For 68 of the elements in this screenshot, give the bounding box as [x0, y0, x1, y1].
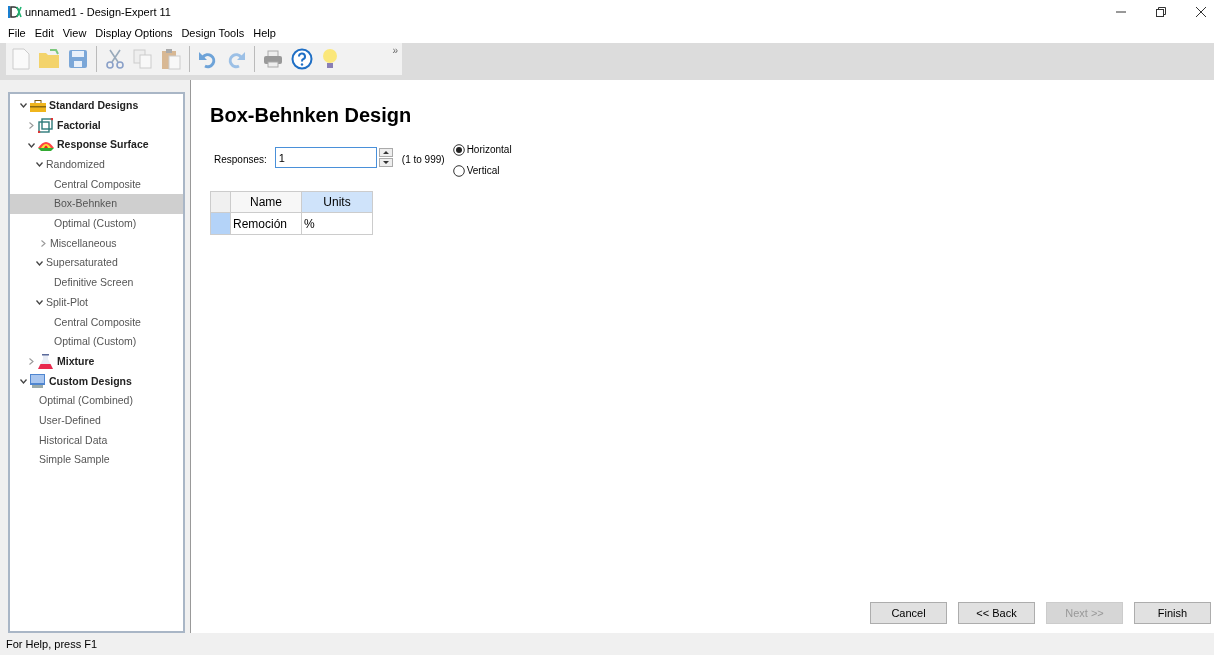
radio-label[interactable]: Vertical — [466, 163, 500, 178]
tree-item[interactable]: Definitive Screen — [54, 275, 134, 291]
expand-chevron-icon[interactable] — [35, 300, 43, 306]
folder-icon[interactable] — [38, 49, 60, 69]
expand-chevron-icon[interactable] — [19, 378, 27, 384]
wizard-button[interactable]: Cancel — [870, 602, 947, 624]
spin-arrows-icon[interactable] — [378, 148, 393, 167]
cube-icon — [38, 118, 53, 134]
radio-button[interactable] — [452, 164, 465, 177]
toolbox-icon — [30, 99, 46, 112]
paste-icon[interactable] — [161, 48, 181, 70]
tree-item[interactable]: Miscellaneous — [50, 235, 117, 252]
collapse-chevron-icon[interactable] — [28, 122, 34, 130]
radio-button[interactable] — [452, 143, 465, 156]
surface-icon — [38, 139, 54, 152]
collapse-chevron-icon[interactable] — [40, 240, 46, 248]
tree-item[interactable]: Split-Plot — [46, 294, 88, 311]
radio-label[interactable]: Horizontal — [466, 142, 512, 157]
collapse-chevron-icon[interactable] — [28, 358, 34, 366]
menu-item[interactable]: Help — [253, 25, 276, 42]
tree-item[interactable]: Historical Data — [39, 432, 108, 449]
status-text: For Help, press F1 — [6, 636, 98, 652]
expand-chevron-icon[interactable] — [35, 260, 43, 266]
column-header[interactable]: Name — [230, 191, 302, 213]
print-icon[interactable] — [263, 50, 283, 68]
tree-item[interactable]: Optimal (Combined) — [39, 393, 133, 410]
page-heading: Box-Behnken Design — [210, 103, 413, 128]
column-header[interactable]: Units — [301, 191, 373, 213]
tree-item[interactable]: Optimal (Custom) — [54, 334, 137, 350]
menu-item[interactable]: Design Tools — [181, 25, 245, 42]
tree-item[interactable]: Central Composite — [54, 314, 141, 331]
help-icon[interactable] — [291, 48, 313, 70]
menu-item[interactable]: Edit — [34, 25, 54, 42]
expand-chevron-icon[interactable] — [35, 162, 43, 168]
undo-icon[interactable] — [198, 49, 218, 69]
menu-item[interactable]: Display Options — [95, 25, 173, 42]
wizard-button[interactable]: << Back — [958, 602, 1035, 624]
monitor-icon — [30, 374, 45, 389]
flask-icon — [38, 354, 53, 370]
expand-chevron-icon[interactable] — [27, 142, 35, 148]
corner-header — [210, 191, 231, 213]
wizard-button[interactable]: Finish — [1134, 602, 1211, 624]
tree-item[interactable]: Custom Designs — [49, 373, 132, 390]
tree-item[interactable]: Standard Designs — [49, 97, 139, 114]
app-logo-icon — [8, 5, 22, 19]
tree-item[interactable]: Central Composite — [54, 176, 141, 193]
tree-item[interactable]: Factorial — [57, 117, 101, 134]
menu-item[interactable]: View — [62, 25, 87, 42]
save-icon[interactable] — [68, 49, 88, 69]
tree-item[interactable]: Response Surface — [57, 137, 149, 154]
table-cell[interactable]: % — [301, 212, 373, 235]
tree-item[interactable]: Simple Sample — [39, 452, 110, 469]
table-cell[interactable]: Remoción — [230, 212, 302, 235]
menu-item[interactable]: File — [8, 25, 26, 42]
cut-icon[interactable] — [105, 49, 125, 69]
toolbar-overflow-button[interactable]: » — [392, 43, 398, 58]
responses-label: Responses: — [214, 153, 267, 167]
tree-item[interactable]: Mixture — [57, 353, 95, 370]
restore-icon[interactable] — [1156, 7, 1166, 17]
tree-item[interactable]: Randomized — [46, 157, 105, 173]
range-hint: (1 to 999) — [401, 153, 445, 167]
tree-item[interactable]: Supersaturated — [46, 255, 118, 272]
tree-item[interactable]: Optimal (Custom) — [54, 216, 137, 232]
expand-chevron-icon[interactable] — [19, 103, 27, 109]
tree-item[interactable]: User-Defined — [39, 412, 101, 429]
lightbulb-icon[interactable] — [321, 48, 339, 70]
window-title: unnamed1 - Design-Expert 11 — [25, 4, 171, 20]
close-icon[interactable] — [1196, 7, 1206, 17]
